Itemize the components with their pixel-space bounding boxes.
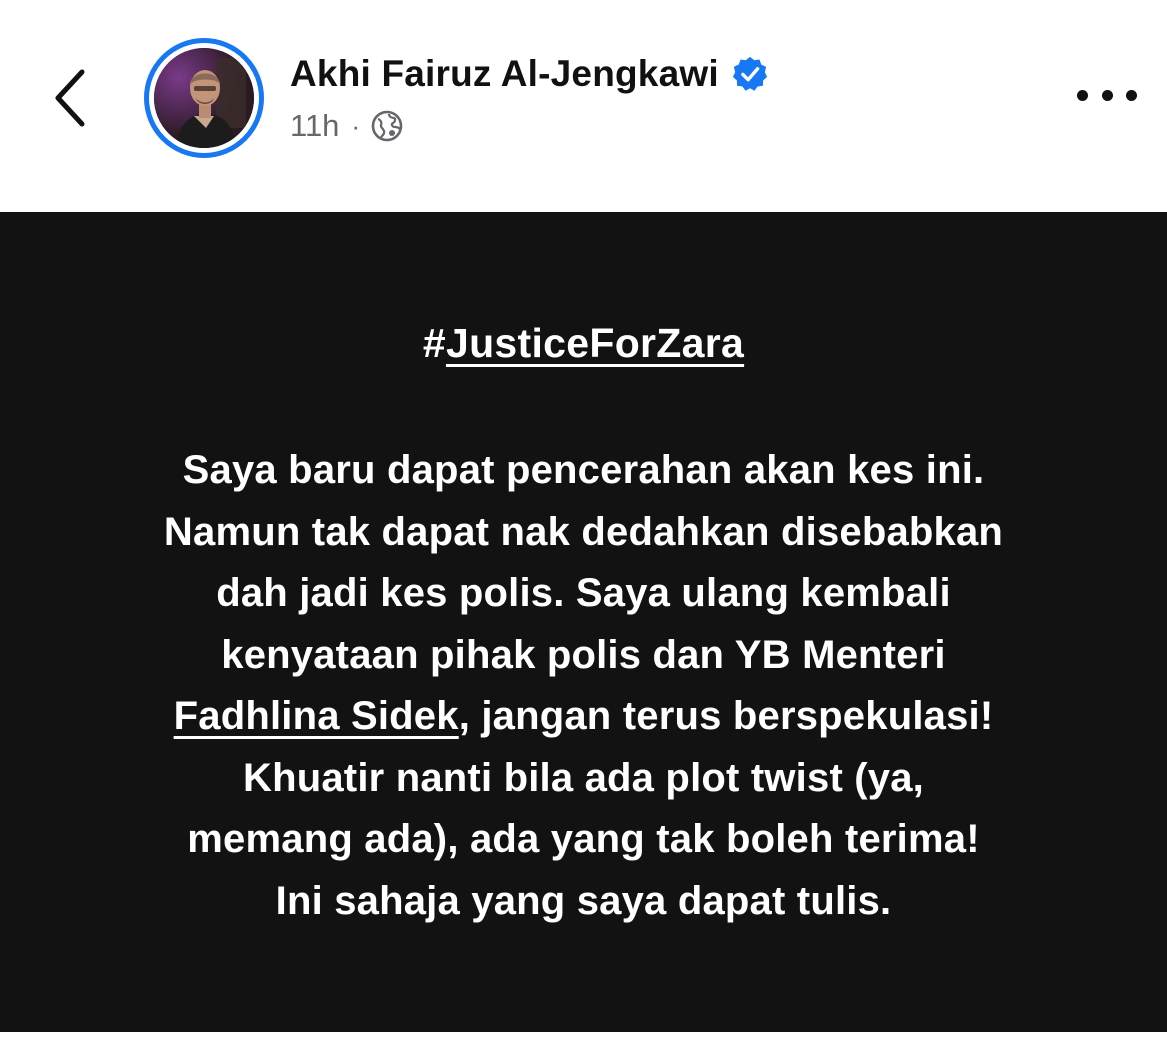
post-view: Akhi Fairuz Al-Jengkawi 11h · #JusticeFo… bbox=[0, 0, 1167, 1040]
author-name[interactable]: Akhi Fairuz Al-Jengkawi bbox=[290, 53, 719, 95]
post-meta: 11h · bbox=[290, 106, 404, 146]
post-text-card: #JusticeForZara Saya baru dapat pencerah… bbox=[0, 212, 1167, 1032]
hashtag-prefix: # bbox=[422, 320, 446, 366]
post-timestamp[interactable]: 11h bbox=[290, 108, 339, 144]
hashtag-row: #JusticeForZara bbox=[0, 320, 1167, 367]
hashtag-link[interactable]: JusticeForZara bbox=[446, 320, 744, 366]
author-name-row: Akhi Fairuz Al-Jengkawi bbox=[290, 50, 769, 98]
post-line: Namun tak dapat nak dedahkan disebabkan bbox=[163, 509, 1004, 554]
bottom-divider bbox=[0, 1032, 1167, 1040]
post-line-rest: , jangan terus berspekulasi! bbox=[458, 694, 994, 738]
author-avatar-ring[interactable] bbox=[144, 38, 264, 158]
meta-separator: · bbox=[351, 110, 361, 141]
post-line: Saya baru dapat pencerahan akan kes ini. bbox=[182, 448, 985, 492]
post-line: Ini sahaja yang saya dapat tulis. bbox=[275, 878, 892, 923]
post-line: Fadhlina Sidek, jangan terus berspekulas… bbox=[60, 686, 1107, 748]
back-button[interactable] bbox=[40, 58, 100, 138]
hashtag[interactable]: #JusticeForZara bbox=[423, 320, 744, 367]
post-body-text: Saya baru dapat pencerahan akan kes ini.… bbox=[60, 440, 1107, 932]
more-horizontal-icon bbox=[1077, 89, 1088, 101]
mention-link[interactable]: Fadhlina Sidek bbox=[174, 694, 459, 738]
post-line: memang ada), ada yang tak boleh terima! bbox=[187, 817, 980, 861]
verified-badge-icon bbox=[731, 55, 769, 93]
more-options-button[interactable] bbox=[1077, 80, 1137, 110]
globe-icon[interactable] bbox=[370, 109, 404, 143]
post-line: Khuatir nanti bila ada plot twist (ya, bbox=[243, 755, 924, 800]
chevron-left-icon bbox=[55, 69, 85, 127]
post-line: dah jadi kes polis. Saya ulang kembali bbox=[216, 571, 951, 615]
post-header: Akhi Fairuz Al-Jengkawi 11h · bbox=[0, 0, 1167, 212]
avatar bbox=[154, 48, 254, 148]
post-line: kenyataan pihak polis dan YB Menteri bbox=[221, 632, 946, 677]
